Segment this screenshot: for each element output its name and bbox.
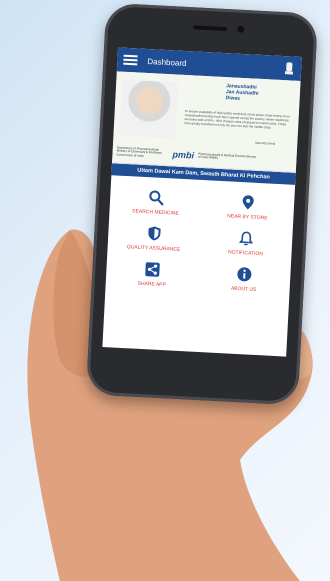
tile-label: NEAR BY STORE <box>227 213 268 222</box>
dashboard-grid: SEARCH MEDICINE NEAR BY STORE QUALITY AS… <box>106 175 296 294</box>
page-title: Dashboard <box>147 56 187 68</box>
janaushadhi-logo: Janaushadhi Jan Aushadhi Diwas <box>225 83 259 102</box>
portrait-image <box>119 79 179 139</box>
national-emblem-icon <box>284 62 294 75</box>
phone-device: Dashboard Janaushadhi Jan Aushadhi Diwas… <box>85 2 319 406</box>
search-icon <box>149 190 164 206</box>
promo-banner: Janaushadhi Jan Aushadhi Diwas To ensure… <box>112 71 301 173</box>
banner-quote: To ensure availability of high quality m… <box>184 108 291 130</box>
speaker-icon <box>193 25 228 32</box>
tile-share-app[interactable]: SHARE APP <box>106 259 199 290</box>
banner-signature: Narendra Modi <box>255 140 276 146</box>
organization-logos: Department of Pharmaceuticals Ministry o… <box>116 143 293 168</box>
info-icon <box>237 267 252 282</box>
tile-near-by-store[interactable]: NEAR BY STORE <box>201 192 294 223</box>
tile-label: NOTIFICATION <box>227 249 264 258</box>
tile-label: ABOUT US <box>230 285 257 293</box>
pmbi-full-name: Pharmaceuticals & Medical Devices Bureau… <box>197 151 257 160</box>
share-icon <box>145 262 160 277</box>
tile-label: QUALITY ASSURANCE <box>126 244 181 253</box>
tile-quality-assurance[interactable]: QUALITY ASSURANCE <box>108 223 201 254</box>
shield-icon <box>148 226 161 241</box>
camera-icon <box>237 25 245 33</box>
hamburger-menu-icon[interactable] <box>123 54 138 66</box>
tile-search-medicine[interactable]: SEARCH MEDICINE <box>109 187 202 218</box>
tile-label: SHARE APP <box>137 280 167 289</box>
bell-icon <box>238 231 254 246</box>
tile-about-us[interactable]: ABOUT US <box>197 264 290 295</box>
department-logo-text: Department of Pharmaceuticals Ministry o… <box>116 145 162 158</box>
app-screen: Dashboard Janaushadhi Jan Aushadhi Diwas… <box>102 47 302 357</box>
tile-label: SEARCH MEDICINE <box>132 208 179 217</box>
pmbi-logo: pmbi <box>172 149 195 161</box>
tile-notification[interactable]: NOTIFICATION <box>199 228 292 259</box>
location-pin-icon <box>242 195 254 210</box>
